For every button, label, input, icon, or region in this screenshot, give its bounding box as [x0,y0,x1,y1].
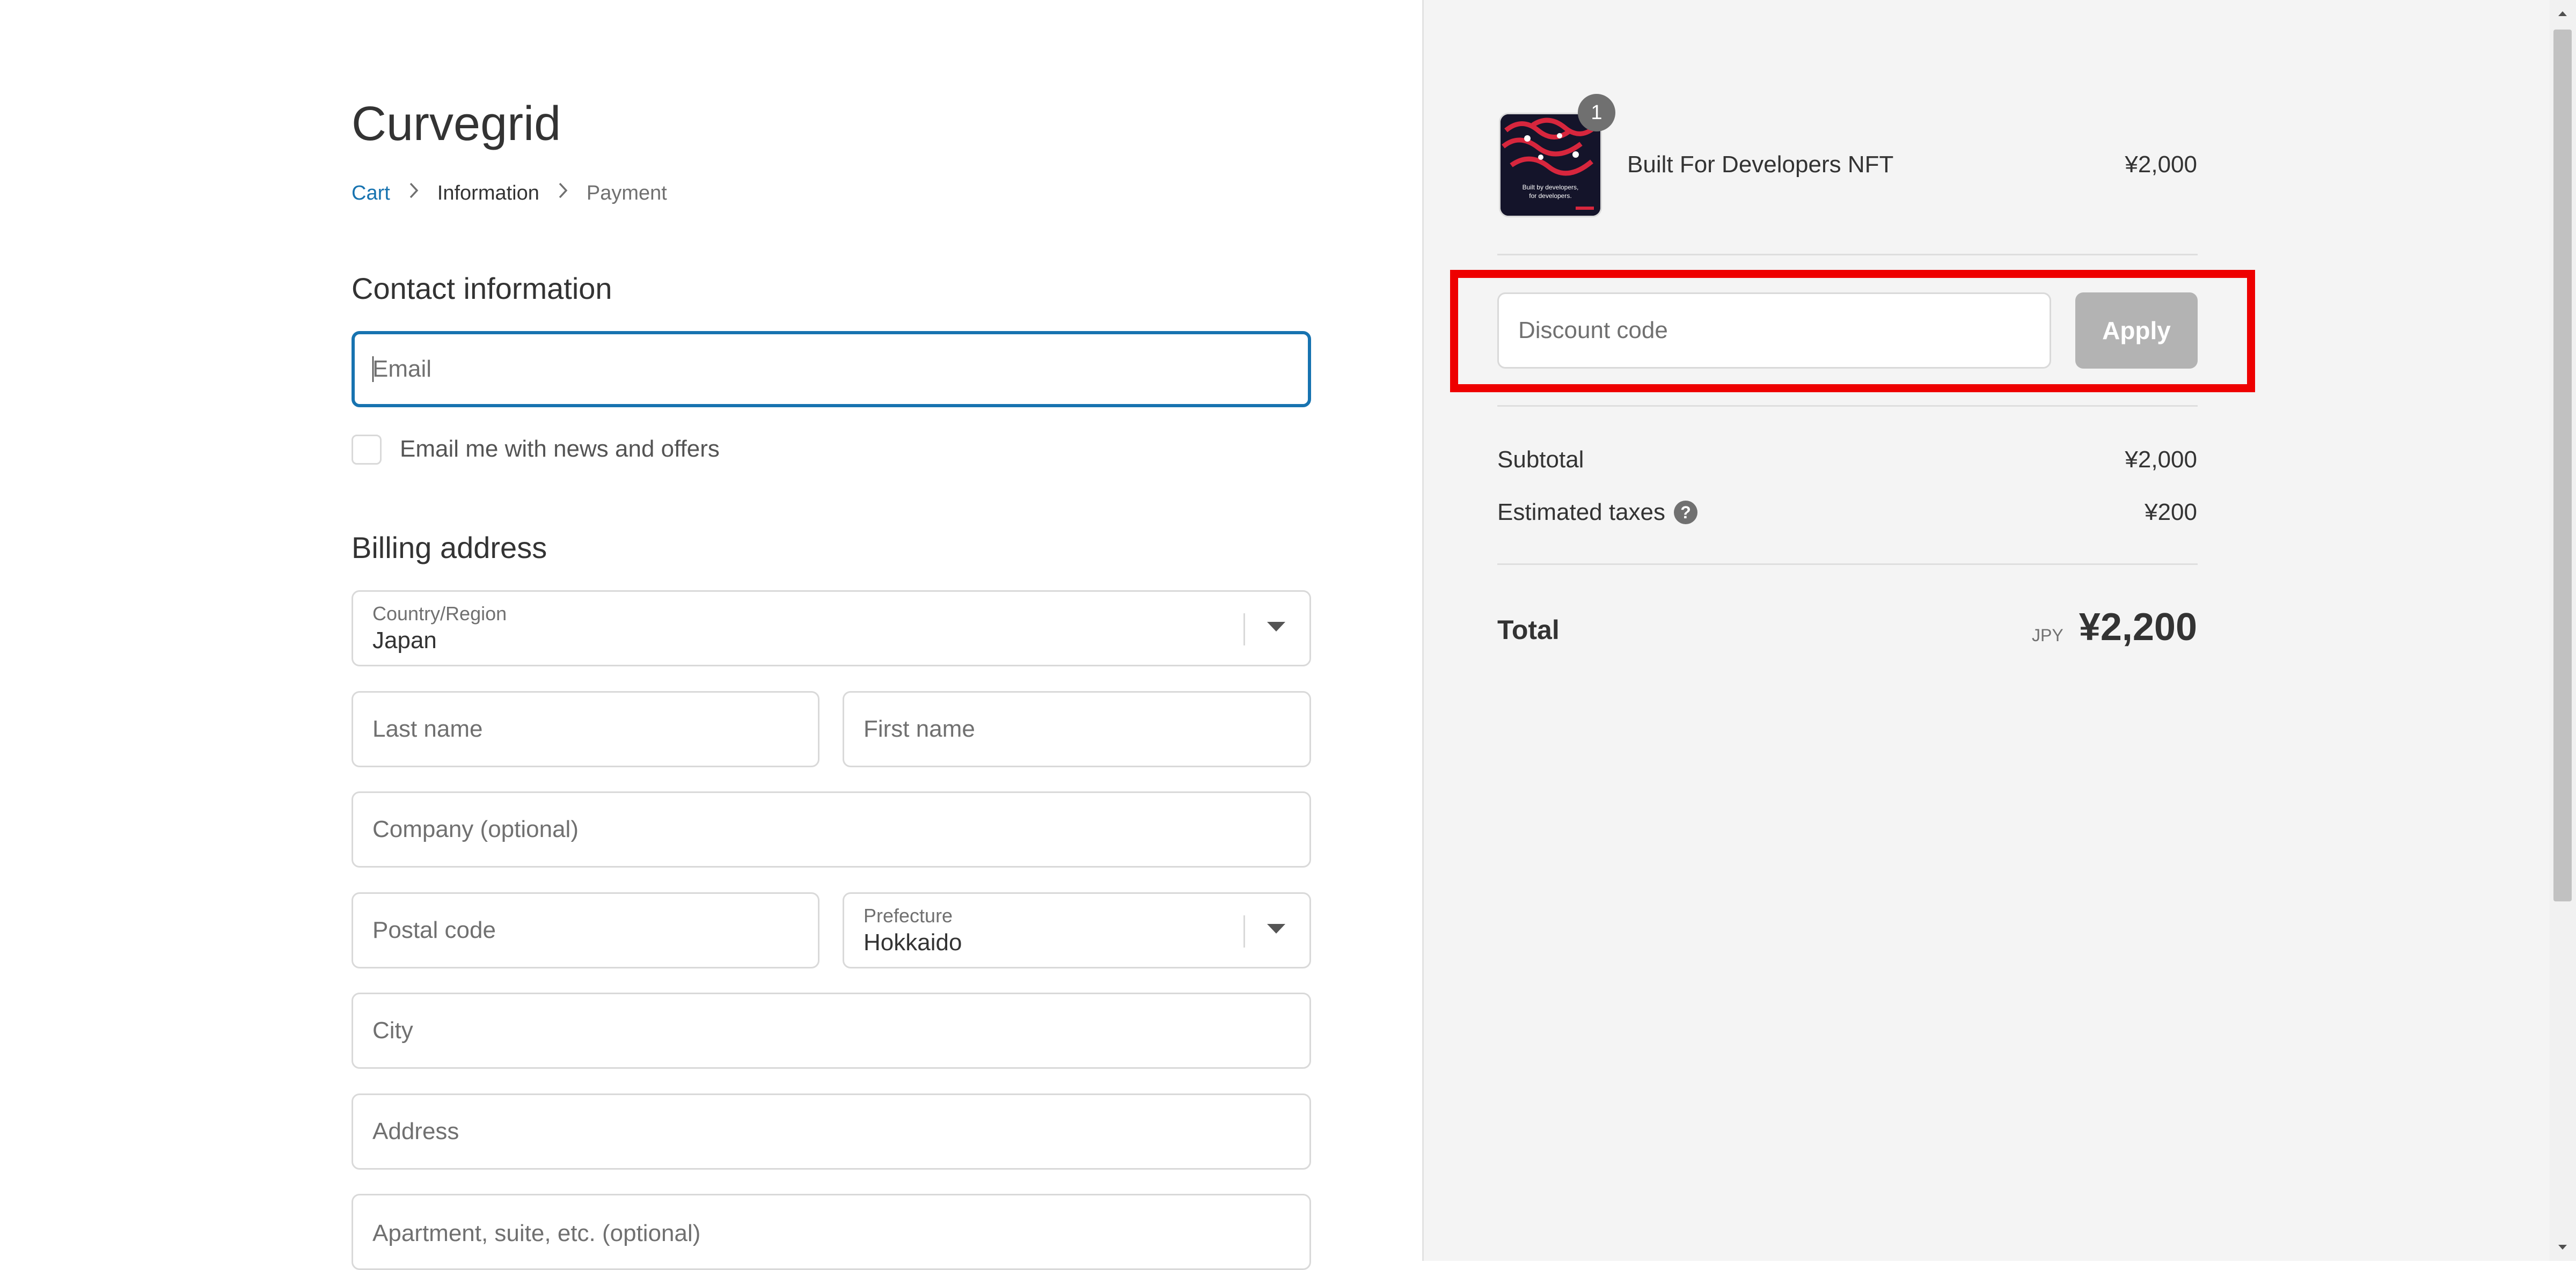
breadcrumb-information: Information [437,181,539,204]
company-placeholder: Company (optional) [372,816,579,842]
divider [1497,254,2198,255]
prefecture-value: Hokkaido [863,929,962,956]
taxes-text: Estimated taxes [1497,499,1666,525]
newsletter-label[interactable]: Email me with news and offers [400,436,720,463]
scrollbar-thumb[interactable] [2553,30,2572,901]
breadcrumb-cart[interactable]: Cart [352,182,390,205]
last-name-input[interactable]: Last name [352,691,819,767]
taxes-label: Estimated taxes ? [1497,499,1698,526]
scroll-down-icon[interactable] [2549,1234,2576,1261]
breadcrumb: Cart Information Payment [352,181,667,205]
product-price: ¥2,000 [2125,151,2197,178]
select-divider [1243,915,1245,948]
thumb-caption-2: for developers. [1529,192,1571,200]
city-input[interactable]: City [352,993,1311,1069]
chevron-right-icon [408,181,419,205]
contact-section-title: Contact information [352,271,612,305]
discount-placeholder: Discount code [1518,317,1668,343]
divider [1497,563,2198,565]
nft-artwork: Built by developers, for developers. [1501,114,1600,216]
prefecture-label: Prefecture [863,905,953,927]
select-divider [1243,613,1245,645]
billing-section-title: Billing address [352,531,547,564]
apartment-input[interactable]: Apartment, suite, etc. (optional) [352,1194,1311,1270]
country-value: Japan [372,627,437,654]
product-name: Built For Developers NFT [1627,151,1894,178]
scrollbar[interactable] [2549,0,2576,1261]
postal-code-input[interactable]: Postal code [352,892,819,968]
apply-discount-button[interactable]: Apply [2075,292,2198,369]
subtotal-value: ¥2,000 [2125,446,2197,473]
subtotal-text: Subtotal [1497,446,1584,473]
chevron-down-icon [1267,924,1285,934]
chevron-right-icon [558,181,568,205]
total-label: Total [1497,615,1560,645]
address-input[interactable]: Address [352,1093,1311,1170]
first-name-placeholder: First name [863,716,975,742]
total-value: ¥2,200 [2079,606,2197,649]
first-name-input[interactable]: First name [843,691,1311,767]
help-icon[interactable]: ? [1674,501,1698,524]
prefecture-select[interactable]: Prefecture Hokkaido [843,892,1311,968]
quantity-badge: 1 [1578,94,1615,131]
last-name-placeholder: Last name [372,716,483,742]
scroll-up-icon[interactable] [2549,0,2576,27]
discount-code-input[interactable]: Discount code [1497,292,2051,369]
email-placeholder: Email [372,356,432,382]
country-select[interactable]: Country/Region Japan [352,590,1311,666]
city-placeholder: City [372,1017,413,1044]
company-input[interactable]: Company (optional) [352,791,1311,868]
address-placeholder: Address [372,1118,459,1144]
apartment-placeholder: Apartment, suite, etc. (optional) [372,1220,701,1246]
store-logo[interactable]: Curvegrid [352,97,561,152]
country-label: Country/Region [372,603,507,625]
subtotal-label: Subtotal [1497,446,1584,473]
newsletter-checkbox[interactable] [352,435,382,465]
thumb-caption-1: Built by developers, [1523,183,1579,191]
taxes-value: ¥200 [2145,499,2197,525]
divider [1497,405,2198,407]
checkout-form-panel: Curvegrid Cart Information Payment Conta… [0,0,1422,1270]
email-input[interactable]: Email [352,331,1311,407]
currency-code: JPY [2032,626,2063,645]
chevron-down-icon [1267,622,1285,632]
postal-code-placeholder: Postal code [372,917,496,943]
breadcrumb-payment: Payment [586,181,667,204]
